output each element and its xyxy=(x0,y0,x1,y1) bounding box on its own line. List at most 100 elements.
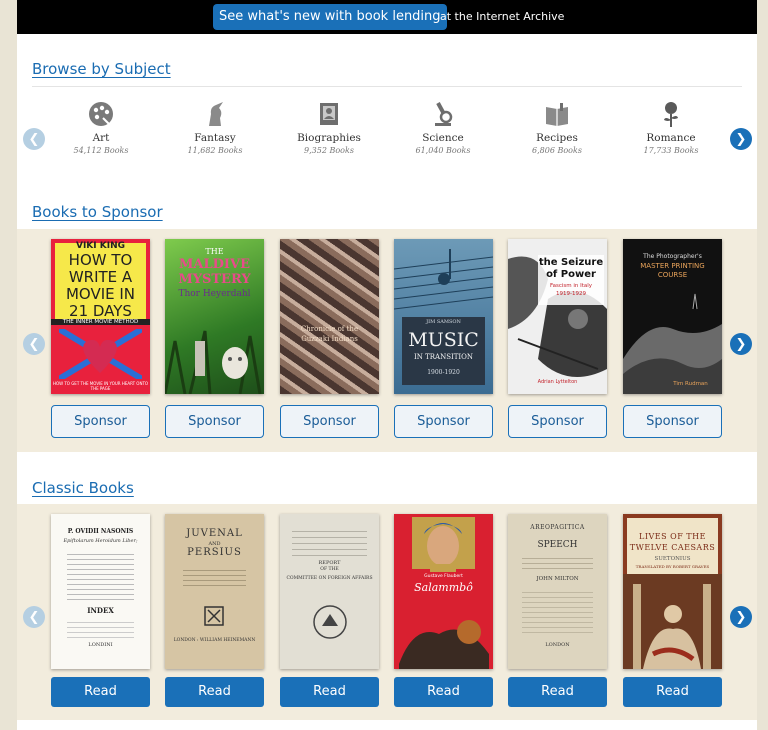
cover-author: Thor Heyerdahl xyxy=(178,289,251,299)
cover-title: MOVIE IN xyxy=(65,285,136,303)
book-cover[interactable]: the Seizure of Power Fascism in Italy 19… xyxy=(508,239,607,394)
subjects-prev-arrow[interactable]: ❮ xyxy=(23,128,45,150)
cover-title: INDEX xyxy=(87,606,114,615)
sponsor-button[interactable]: Sponsor xyxy=(280,405,379,438)
classic-prev-arrow[interactable]: ❮ xyxy=(23,606,45,628)
recipe-book-icon xyxy=(546,103,568,126)
cover-title: OF THE xyxy=(320,567,339,572)
book-cover[interactable]: AREOPAGITICA SPEECH JOHN MILTON LONDON xyxy=(508,514,607,669)
subject-recipes[interactable]: Recipes 6,806 Books xyxy=(500,100,614,155)
subject-count: 61,040 Books xyxy=(415,146,471,155)
cover-title: P. OVIDII NASONIS xyxy=(67,528,134,535)
cover-title: Salammbô xyxy=(414,581,473,594)
sponsor-prev-arrow[interactable]: ❮ xyxy=(23,333,45,355)
cover-title: MALDIVE xyxy=(179,257,250,272)
cover-title: of Power xyxy=(546,269,596,280)
sponsor-button[interactable]: Sponsor xyxy=(508,405,607,438)
subject-name: Fantasy xyxy=(194,132,236,144)
sponsor-button[interactable]: Sponsor xyxy=(165,405,264,438)
cover-title: TWELVE CAESARS xyxy=(629,543,716,552)
cover-subtitle: Fascism in Italy xyxy=(549,283,593,289)
book-cover[interactable]: REPORT OF THE COMMITTEE ON FOREIGN AFFAI… xyxy=(280,514,379,669)
book-cover[interactable]: THE MALDIVE MYSTERY Thor Heyerdahl xyxy=(165,239,264,394)
subject-romance[interactable]: Romance 17,733 Books xyxy=(614,100,728,155)
cover-title: COURSE xyxy=(657,271,688,279)
book-cover[interactable]: JUVENAL AND PERSIUS LONDON : WILLIAM HEI… xyxy=(165,514,264,669)
portrait-icon xyxy=(320,103,338,125)
subject-count: 17,733 Books xyxy=(643,146,699,155)
cover-tagline: HOW TO GET THE MOVIE IN YOUR HEART ONTO … xyxy=(52,381,149,391)
rose-icon xyxy=(664,102,678,127)
subject-count: 54,112 Books xyxy=(73,146,129,155)
cover-title: MYSTERY xyxy=(178,272,251,287)
cover-author: JIM SAMSON xyxy=(426,319,461,325)
book-cover[interactable]: Chronicle of the Guzzaki Indians xyxy=(280,239,379,394)
read-button[interactable]: Read xyxy=(165,677,264,707)
classic-next-arrow[interactable]: ❯ xyxy=(730,606,752,628)
cover-subtitle: THE INNER MOVIE METHOD xyxy=(51,319,150,325)
subjects-next-arrow[interactable]: ❯ xyxy=(730,128,752,150)
cover-title: the Seizure xyxy=(538,257,604,268)
cover-imprint: LONDON xyxy=(545,642,570,648)
subject-biographies[interactable]: Biographies 9,352 Books xyxy=(272,100,386,155)
cover-author: JOHN MILTON xyxy=(536,576,579,582)
book-cover[interactable]: VIKI KING HOW TO WRITE A MOVIE IN 21 DAY… xyxy=(51,239,150,394)
unicorn-icon xyxy=(209,102,223,126)
cover-author: Gustave Flaubert xyxy=(424,574,463,579)
cover-author: SUETONIUS xyxy=(654,556,691,562)
subject-count: 6,806 Books xyxy=(532,146,582,155)
cover-subtitle: 1919-1929 xyxy=(556,291,586,297)
cover-title: LIVES OF THE xyxy=(639,532,706,541)
cover-title: THE xyxy=(205,247,224,256)
book-cover[interactable]: Gustave Flaubert Salammbô xyxy=(394,514,493,669)
subject-science[interactable]: Science 61,040 Books xyxy=(386,100,500,155)
sponsor-button[interactable]: Sponsor xyxy=(51,405,150,438)
cover-title: REPORT xyxy=(318,560,341,566)
cover-title: COMMITTEE ON FOREIGN AFFAIRS xyxy=(286,576,373,581)
cover-title: HOW TO xyxy=(68,251,133,269)
cover-author: Tim Rudman xyxy=(673,381,708,387)
cover-imprint: LONDINI xyxy=(88,642,113,648)
book-cover[interactable]: LIVES OF THE TWELVE CAESARS SUETONIUS TR… xyxy=(623,514,722,669)
read-button[interactable]: Read xyxy=(394,677,493,707)
cover-imprint: LONDON : WILLIAM HEINEMANN xyxy=(173,638,256,643)
subject-name: Art xyxy=(92,132,110,144)
read-button[interactable]: Read xyxy=(280,677,379,707)
subject-count: 9,352 Books xyxy=(304,146,354,155)
subject-name: Biographies xyxy=(297,132,361,144)
cover-title: JUVENAL xyxy=(186,528,243,539)
read-button[interactable]: Read xyxy=(623,677,722,707)
cover-title: MUSIC xyxy=(408,329,479,351)
book-cover[interactable]: JIM SAMSON MUSIC IN TRANSITION 1900-1920 xyxy=(394,239,493,394)
cover-title: SPEECH xyxy=(537,540,578,550)
banner-suffix: at the Internet Archive xyxy=(440,10,565,23)
cover-title: PERSIUS xyxy=(187,547,242,558)
cover-title: IN TRANSITION xyxy=(413,353,474,361)
subject-name: Recipes xyxy=(536,132,578,144)
read-button[interactable]: Read xyxy=(51,677,150,707)
sponsor-button[interactable]: Sponsor xyxy=(623,405,722,438)
divider xyxy=(32,86,742,87)
palette-icon xyxy=(89,102,113,127)
book-cover[interactable]: P. OVIDII NASONIS Epiftolarum Heroidum L… xyxy=(51,514,150,669)
cover-author: VIKI KING xyxy=(75,241,125,251)
whats-new-button[interactable]: See what's new with book lending xyxy=(213,4,447,30)
cover-date: 1900-1920 xyxy=(427,369,460,376)
browse-by-subject-heading[interactable]: Browse by Subject xyxy=(32,60,171,78)
subject-name: Romance xyxy=(646,132,696,144)
cover-title: The Photographer's xyxy=(643,253,702,260)
classic-books-heading[interactable]: Classic Books xyxy=(32,479,134,497)
cover-author: Adrian Lyttelton xyxy=(537,379,578,385)
read-button[interactable]: Read xyxy=(508,677,607,707)
sponsor-button[interactable]: Sponsor xyxy=(394,405,493,438)
cover-title: Chronicle of the xyxy=(300,325,359,333)
books-to-sponsor-heading[interactable]: Books to Sponsor xyxy=(32,203,163,221)
cover-title: Guzzaki Indians xyxy=(301,335,358,343)
book-cover[interactable]: The Photographer's MASTER PRINTING COURS… xyxy=(623,239,722,394)
lending-banner: See what's new with book lending at the … xyxy=(17,0,757,34)
subject-art[interactable]: Art 54,112 Books xyxy=(44,100,158,155)
subject-fantasy[interactable]: Fantasy 11,682 Books xyxy=(158,100,272,155)
sponsor-next-arrow[interactable]: ❯ xyxy=(730,333,752,355)
subject-name: Science xyxy=(422,132,464,144)
cover-subtitle: Epiftolarum Heroidum Liber; xyxy=(63,538,138,544)
